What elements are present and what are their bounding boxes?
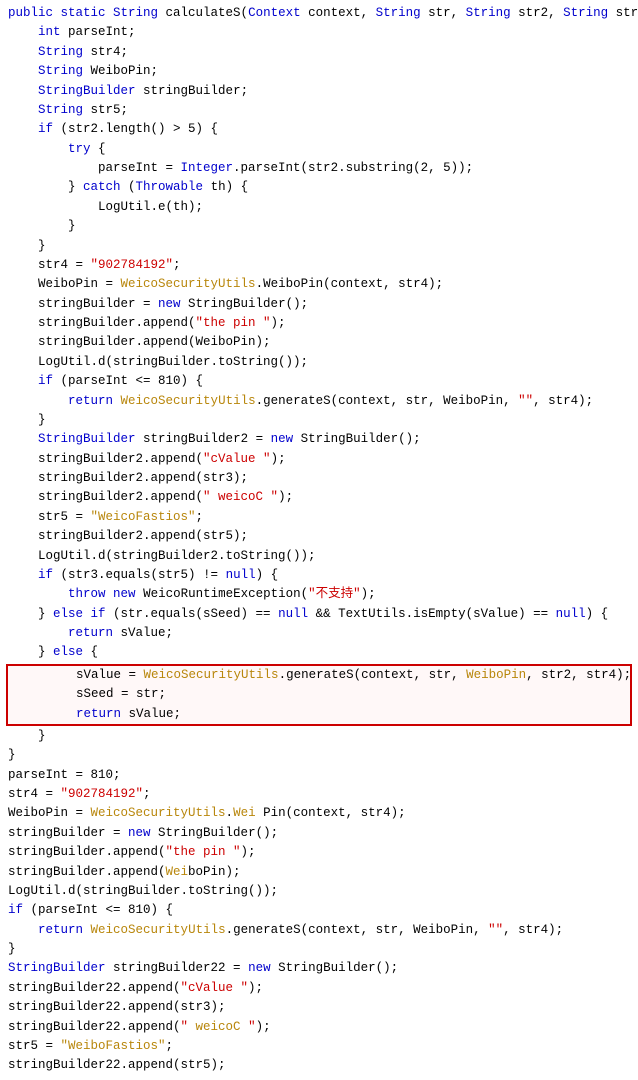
code-line: return WeicoSecurityUtils.generateS(cont…	[0, 921, 638, 940]
code-line: if (str3.equals(str5) != null) {	[0, 566, 638, 585]
code-line: return WeicoSecurityUtils.generateS(cont…	[0, 392, 638, 411]
code-line: }	[0, 727, 638, 746]
code-line: }	[0, 237, 638, 256]
code-line: }	[0, 217, 638, 236]
code-line: } else if (str.equals(sSeed) == null && …	[0, 605, 638, 624]
code-line: return sValue;	[0, 624, 638, 643]
code-line: parseInt = Integer.parseInt(str2.substri…	[0, 159, 638, 178]
code-line: if (parseInt <= 810) {	[0, 901, 638, 920]
code-line: }	[0, 411, 638, 430]
code-line: stringBuilder.append(WeiboPin);	[0, 333, 638, 352]
code-line: stringBuilder2.append(" weicoC ");	[0, 488, 638, 507]
code-line: str4 = "902784192";	[0, 256, 638, 275]
code-line: stringBuilder22.append(str5);	[0, 1056, 638, 1075]
code-line: stringBuilder.append("the pin ");	[0, 843, 638, 862]
code-line: stringBuilder = new StringBuilder();	[0, 295, 638, 314]
code-line: sValue = WeicoSecurityUtils.generateS(co…	[8, 666, 630, 685]
code-line: return sValue;	[8, 705, 630, 724]
code-line: LogUtil.d(stringBuilder.toString());	[0, 882, 638, 901]
code-line: String str5;	[0, 101, 638, 120]
code-line: } catch (Throwable th) {	[0, 178, 638, 197]
code-line: if (parseInt <= 810) {	[0, 372, 638, 391]
code-line: sSeed = str;	[8, 685, 630, 704]
code-line: str5 = "WeicoFastios";	[0, 508, 638, 527]
code-line: stringBuilder2.append("cValue ");	[0, 450, 638, 469]
code-line: stringBuilder22.append("cValue ");	[0, 979, 638, 998]
code-line: StringBuilder stringBuilder2 = new Strin…	[0, 430, 638, 449]
code-line: int parseInt;	[0, 23, 638, 42]
code-line: String str4;	[0, 43, 638, 62]
code-line: if (str2.length() > 5) {	[0, 120, 638, 139]
code-line: stringBuilder.append("the pin ");	[0, 314, 638, 333]
code-line: WeiboPin = WeicoSecurityUtils.WeiboPin(c…	[0, 275, 638, 294]
code-line: }	[0, 746, 638, 765]
highlighted-code-block: sValue = WeicoSecurityUtils.generateS(co…	[6, 664, 632, 726]
code-viewer: public static String calculateS(Context …	[0, 0, 638, 1080]
code-line: parseInt = 810;	[0, 766, 638, 785]
code-line: stringBuilder.append(WeiboPin);	[0, 863, 638, 882]
code-line: public static String calculateS(Context …	[0, 4, 638, 23]
code-line: } else {	[0, 643, 638, 662]
code-line: stringBuilder22.append(str3);	[0, 998, 638, 1017]
code-line: }	[0, 940, 638, 959]
code-line: LogUtil.d(stringBuilder2.toString());	[0, 547, 638, 566]
code-line: StringBuilder stringBuilder;	[0, 82, 638, 101]
code-line: stringBuilder22.append(" weicoC ");	[0, 1018, 638, 1037]
code-line: WeiboPin = WeicoSecurityUtils.Wei Pin(co…	[0, 804, 638, 823]
code-line: throw new WeicoRuntimeException("不支持");	[0, 585, 638, 604]
code-line: LogUtil.d(stringBuilder.toString());	[0, 353, 638, 372]
code-line: String WeiboPin;	[0, 62, 638, 81]
code-line: stringBuilder = new StringBuilder();	[0, 824, 638, 843]
code-line: LogUtil.e(th);	[0, 198, 638, 217]
code-line: stringBuilder2.append(str3);	[0, 469, 638, 488]
code-line: StringBuilder stringBuilder22 = new Stri…	[0, 959, 638, 978]
code-line: stringBuilder2.append(str5);	[0, 527, 638, 546]
code-line: str5 = "WeiboFastios";	[0, 1037, 638, 1056]
code-line: try {	[0, 140, 638, 159]
code-line: str4 = "902784192";	[0, 785, 638, 804]
